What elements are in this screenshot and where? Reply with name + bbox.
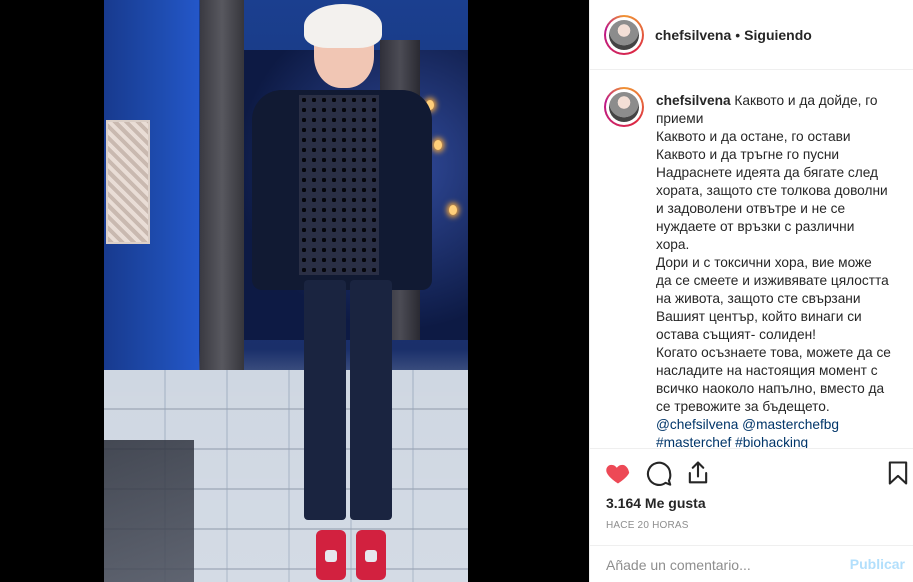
post-timestamp[interactable]: HACE 20 HORAS [606, 520, 689, 531]
caption-line: и задоволени отвътре и не се [656, 201, 846, 216]
caption-text: chefsilvena Каквото и да дойде, го прием… [656, 92, 902, 448]
caption-mentions[interactable]: @chefsilvena @masterchefbg [656, 416, 902, 434]
photo-person-leg [304, 280, 346, 520]
follow-status[interactable]: Siguiendo [744, 27, 812, 43]
like-count[interactable]: 3.164 Me gusta [606, 495, 706, 511]
header-username[interactable]: chefsilvena [655, 27, 731, 43]
bookmark-icon[interactable] [884, 459, 912, 487]
caption-area: chefsilvena Каквото и да дойде, го прием… [590, 71, 913, 448]
caption-hashtags[interactable]: #masterchef #biohacking [656, 434, 902, 448]
caption-line: остава същият- солиден! [656, 327, 816, 342]
caption-line: Каквото и да остане, го остави [656, 129, 851, 144]
action-bar [590, 448, 913, 496]
photo-person-shoe [316, 530, 346, 580]
post-sidebar: chefsilvena • Siguiendo chefsilvena Какв… [589, 0, 913, 582]
comment-icon[interactable] [645, 459, 673, 487]
caption-line: Когато осъзнаете това, можете да се [656, 345, 891, 360]
header-separator: • [735, 26, 741, 43]
comment-bar: Publicar [590, 545, 913, 582]
publish-button[interactable]: Publicar [850, 556, 905, 572]
caption-line: Надраснете идеята да бягате след [656, 165, 878, 180]
caption-line: се тревожите за бъдещето. [656, 399, 830, 414]
caption-line: всичко наоколо напълно, вместо да [656, 381, 885, 396]
caption-line: приеми [656, 111, 704, 126]
caption-username[interactable]: chefsilvena [656, 93, 731, 108]
post-header: chefsilvena • Siguiendo [590, 0, 913, 70]
heart-icon[interactable] [604, 459, 632, 487]
caption-line: насладите на настоящия момент с [656, 363, 878, 378]
caption-line: Вашият център, който винаги си [656, 309, 862, 324]
caption-line: Дори и с токсични хора, вие може [656, 255, 872, 270]
caption-line: Каквото и да дойде, го [734, 93, 878, 108]
post-media [0, 0, 589, 582]
caption-line: да се смеете и изживявате цялостта [656, 273, 889, 288]
photo-decor-panel [106, 120, 150, 244]
photo-person-shoe [356, 530, 386, 580]
photo-person-leg [350, 280, 392, 520]
avatar[interactable] [604, 14, 644, 55]
photo-pillar [200, 0, 244, 390]
caption-line: Каквото и да тръгне го пусни [656, 147, 840, 162]
caption-line: хората, защото сте толкова доволни [656, 183, 888, 198]
photo-lamp [434, 140, 442, 150]
photo-person-hair [304, 4, 382, 48]
share-icon[interactable] [684, 459, 712, 487]
photo-person-top [299, 95, 379, 275]
photo-floor-shadow [104, 440, 194, 582]
post-photo[interactable] [104, 0, 468, 582]
caption-line: на живота, защото сте свързани [656, 291, 861, 306]
caption-line: нуждаете от връзки с различни [656, 219, 855, 234]
photo-lamp [449, 205, 457, 215]
caption-line: хора. [656, 237, 690, 252]
caption-avatar[interactable] [604, 87, 644, 127]
comment-input[interactable] [606, 554, 826, 576]
